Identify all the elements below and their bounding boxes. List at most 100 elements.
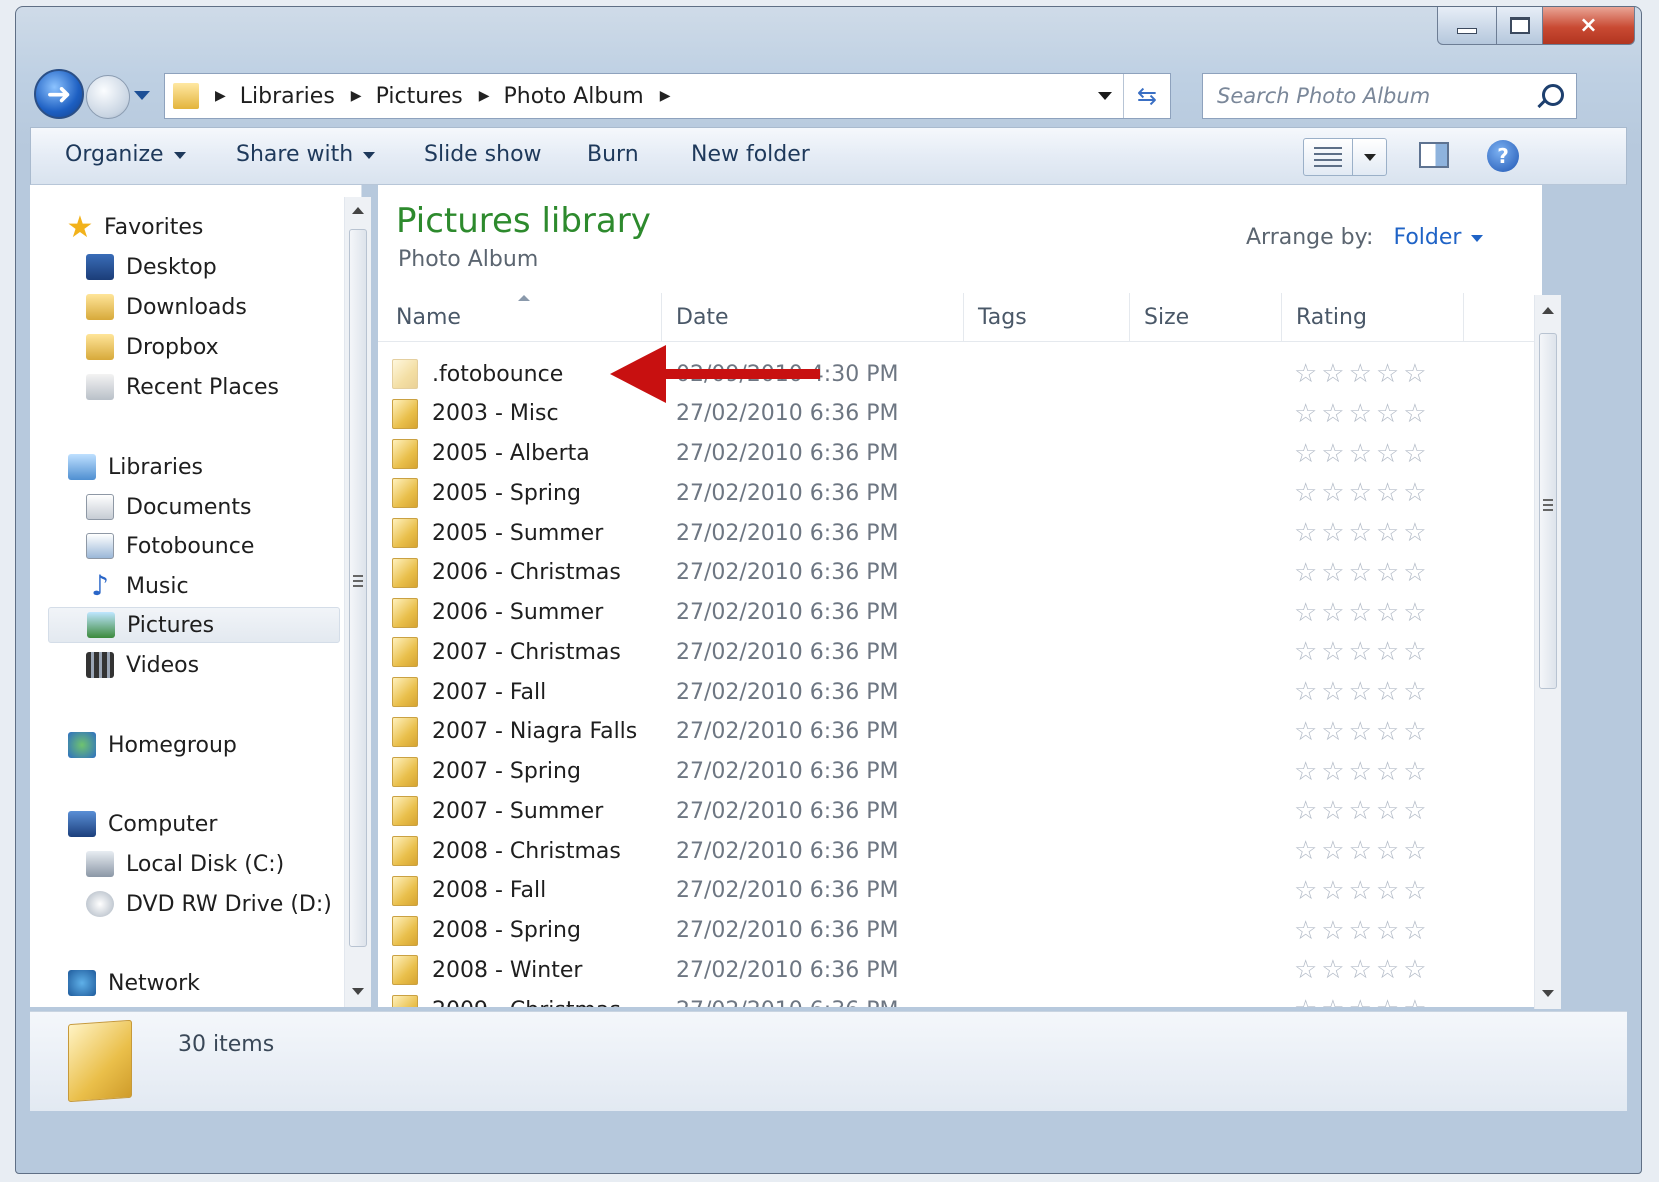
table-row[interactable]: 2006 - Christmas 27/02/2010 6:36 PM ☆☆☆☆☆ bbox=[392, 554, 1522, 592]
column-rating[interactable]: Rating bbox=[1282, 293, 1464, 341]
table-row[interactable]: 2008 - Winter 27/02/2010 6:36 PM ☆☆☆☆☆ bbox=[392, 951, 1522, 989]
nav-favorites[interactable]: ★ Favorites bbox=[66, 209, 204, 245]
table-row[interactable]: .fotobounce02/09/2010 4:30 PM☆☆☆☆☆ bbox=[392, 355, 1522, 393]
scroll-down-icon[interactable] bbox=[352, 988, 364, 995]
recent-pages-dropdown[interactable] bbox=[134, 91, 150, 100]
rating-stars[interactable]: ☆☆☆☆☆ bbox=[1294, 439, 1431, 469]
table-row[interactable]: 2006 - Summer 27/02/2010 6:36 PM ☆☆☆☆☆ bbox=[392, 594, 1522, 632]
nav-item-label: Recent Places bbox=[126, 374, 279, 400]
rating-stars[interactable]: ☆☆☆☆☆ bbox=[1294, 955, 1431, 985]
nav-network[interactable]: Network bbox=[68, 965, 200, 1001]
rating-stars[interactable]: ☆☆☆☆☆ bbox=[1294, 717, 1431, 747]
rating-stars[interactable]: ☆☆☆☆☆ bbox=[1294, 757, 1431, 787]
folder-icon bbox=[392, 875, 418, 906]
table-row[interactable]: 2003 - Misc 27/02/2010 6:36 PM ☆☆☆☆☆ bbox=[392, 395, 1522, 433]
column-name[interactable]: Name bbox=[382, 293, 662, 341]
nav-item-dvd-drive[interactable]: DVD RW Drive (D:) bbox=[86, 886, 332, 922]
change-view-button[interactable] bbox=[1303, 138, 1387, 176]
share-with-label: Share with bbox=[236, 142, 354, 167]
burn-button[interactable]: Burn bbox=[587, 142, 639, 167]
new-folder-button[interactable]: New folder bbox=[691, 142, 810, 167]
arrange-by-dropdown[interactable]: Folder bbox=[1393, 225, 1461, 250]
chevron-down-icon[interactable] bbox=[1364, 154, 1376, 161]
table-row[interactable]: 2008 - Christmas 27/02/2010 6:36 PM ☆☆☆☆☆ bbox=[392, 832, 1522, 870]
caption-buttons: × bbox=[1437, 7, 1635, 45]
share-with-button[interactable]: Share with bbox=[236, 142, 376, 167]
table-row[interactable]: 2007 - Fall 27/02/2010 6:36 PM ☆☆☆☆☆ bbox=[392, 673, 1522, 711]
table-row[interactable]: 2007 - Spring 27/02/2010 6:36 PM ☆☆☆☆☆ bbox=[392, 753, 1522, 791]
rating-stars[interactable]: ☆☆☆☆☆ bbox=[1294, 796, 1431, 826]
close-button[interactable]: × bbox=[1543, 7, 1635, 45]
rating-stars[interactable]: ☆☆☆☆☆ bbox=[1294, 995, 1431, 1007]
rating-stars[interactable]: ☆☆☆☆☆ bbox=[1294, 677, 1431, 707]
rating-stars[interactable]: ☆☆☆☆☆ bbox=[1294, 637, 1431, 667]
file-name: 2007 - Fall bbox=[432, 679, 547, 705]
rating-stars[interactable]: ☆☆☆☆☆ bbox=[1294, 916, 1431, 946]
file-date: 27/02/2010 6:36 PM bbox=[676, 719, 899, 745]
scroll-down-icon[interactable] bbox=[1542, 990, 1554, 997]
back-button[interactable]: ➜ bbox=[34, 69, 84, 119]
nav-computer[interactable]: Computer bbox=[68, 806, 217, 842]
search-input[interactable]: Search Photo Album bbox=[1202, 73, 1577, 119]
rating-stars[interactable]: ☆☆☆☆☆ bbox=[1294, 359, 1431, 389]
rating-stars[interactable]: ☆☆☆☆☆ bbox=[1294, 518, 1431, 548]
breadcrumb-libraries[interactable]: Libraries bbox=[240, 84, 335, 109]
table-row[interactable]: 2007 - Niagra Falls 27/02/2010 6:36 PM ☆☆☆… bbox=[392, 713, 1522, 751]
details-view-icon bbox=[1314, 147, 1342, 167]
table-row[interactable]: 2007 - Christmas 27/02/2010 6:36 PM ☆☆☆☆☆ bbox=[392, 633, 1522, 671]
nav-item-documents[interactable]: Documents bbox=[86, 489, 251, 525]
nav-item-recent-places[interactable]: Recent Places bbox=[86, 369, 279, 405]
scroll-up-icon[interactable] bbox=[1542, 307, 1554, 314]
address-dropdown-icon[interactable] bbox=[1098, 92, 1112, 100]
nav-item-desktop[interactable]: Desktop bbox=[86, 249, 217, 285]
nav-item-fotobounce[interactable]: Fotobounce bbox=[86, 528, 254, 564]
rating-stars[interactable]: ☆☆☆☆☆ bbox=[1294, 558, 1431, 588]
refresh-icon[interactable]: ⇆ bbox=[1123, 74, 1170, 118]
nav-homegroup[interactable]: Homegroup bbox=[68, 727, 237, 763]
column-size[interactable]: Size bbox=[1130, 293, 1282, 341]
nav-item-pictures[interactable]: Pictures bbox=[48, 607, 340, 643]
slide-show-button[interactable]: Slide show bbox=[424, 142, 542, 167]
maximize-button[interactable] bbox=[1497, 7, 1543, 45]
rating-stars[interactable]: ☆☆☆☆☆ bbox=[1294, 478, 1431, 508]
column-date[interactable]: Date bbox=[662, 293, 964, 341]
navigation-row: ➜ ▶ Libraries ▶ Pictures ▶ Photo Album ▶… bbox=[34, 69, 1634, 123]
file-list-scrollbar[interactable] bbox=[1534, 295, 1561, 1009]
rating-stars[interactable]: ☆☆☆☆☆ bbox=[1294, 598, 1431, 628]
file-date: 27/02/2010 6:36 PM bbox=[676, 639, 899, 665]
table-row[interactable]: 2005 - Summer 27/02/2010 6:36 PM ☆☆☆☆☆ bbox=[392, 514, 1522, 552]
help-icon[interactable]: ? bbox=[1487, 140, 1519, 172]
address-bar[interactable]: ▶ Libraries ▶ Pictures ▶ Photo Album ▶ ⇆ bbox=[164, 73, 1171, 119]
table-row[interactable]: 2005 - Alberta 27/02/2010 6:36 PM ☆☆☆☆☆ bbox=[392, 435, 1522, 473]
nav-item-music[interactable]: ♪ Music bbox=[86, 568, 189, 604]
rating-stars[interactable]: ☆☆☆☆☆ bbox=[1294, 876, 1431, 906]
table-row[interactable]: 2007 - Summer 27/02/2010 6:36 PM ☆☆☆☆☆ bbox=[392, 792, 1522, 830]
table-row[interactable]: 2009 - Christmas27/02/2010 6:36 PM ☆☆☆☆☆ bbox=[392, 991, 1522, 1007]
nav-item-downloads[interactable]: Downloads bbox=[86, 289, 247, 325]
table-row[interactable]: 2008 - Spring 27/02/2010 6:36 PM ☆☆☆☆☆ bbox=[392, 912, 1522, 950]
breadcrumb-photo-album[interactable]: Photo Album bbox=[503, 84, 643, 109]
table-row[interactable]: 2005 - Spring 27/02/2010 6:36 PM ☆☆☆☆☆ bbox=[392, 474, 1522, 512]
scroll-up-icon[interactable] bbox=[352, 207, 364, 214]
table-row[interactable]: 2008 - Fall 27/02/2010 6:36 PM ☆☆☆☆☆ bbox=[392, 872, 1522, 910]
file-date: 27/02/2010 6:36 PM bbox=[676, 838, 899, 864]
nav-libraries[interactable]: Libraries bbox=[68, 449, 203, 485]
chevron-right-icon[interactable]: ▶ bbox=[660, 88, 671, 104]
preview-pane-icon[interactable] bbox=[1419, 142, 1449, 168]
nav-item-local-disk[interactable]: Local Disk (C:) bbox=[86, 846, 284, 882]
forward-button[interactable] bbox=[86, 75, 130, 119]
chevron-right-icon[interactable]: ▶ bbox=[479, 88, 490, 104]
chevron-right-icon[interactable]: ▶ bbox=[351, 88, 362, 104]
nav-scrollbar[interactable] bbox=[344, 197, 371, 1007]
organize-button[interactable]: Organize bbox=[65, 142, 186, 167]
chevron-down-icon[interactable] bbox=[1471, 234, 1484, 242]
breadcrumb-pictures[interactable]: Pictures bbox=[376, 84, 463, 109]
rating-stars[interactable]: ☆☆☆☆☆ bbox=[1294, 836, 1431, 866]
minimize-button[interactable] bbox=[1437, 7, 1497, 45]
rating-stars[interactable]: ☆☆☆☆☆ bbox=[1294, 399, 1431, 429]
nav-item-videos[interactable]: Videos bbox=[86, 647, 199, 683]
nav-item-dropbox[interactable]: Dropbox bbox=[86, 329, 219, 365]
column-tags[interactable]: Tags bbox=[964, 293, 1130, 341]
search-icon[interactable] bbox=[1542, 84, 1564, 106]
chevron-right-icon[interactable]: ▶ bbox=[215, 88, 226, 104]
